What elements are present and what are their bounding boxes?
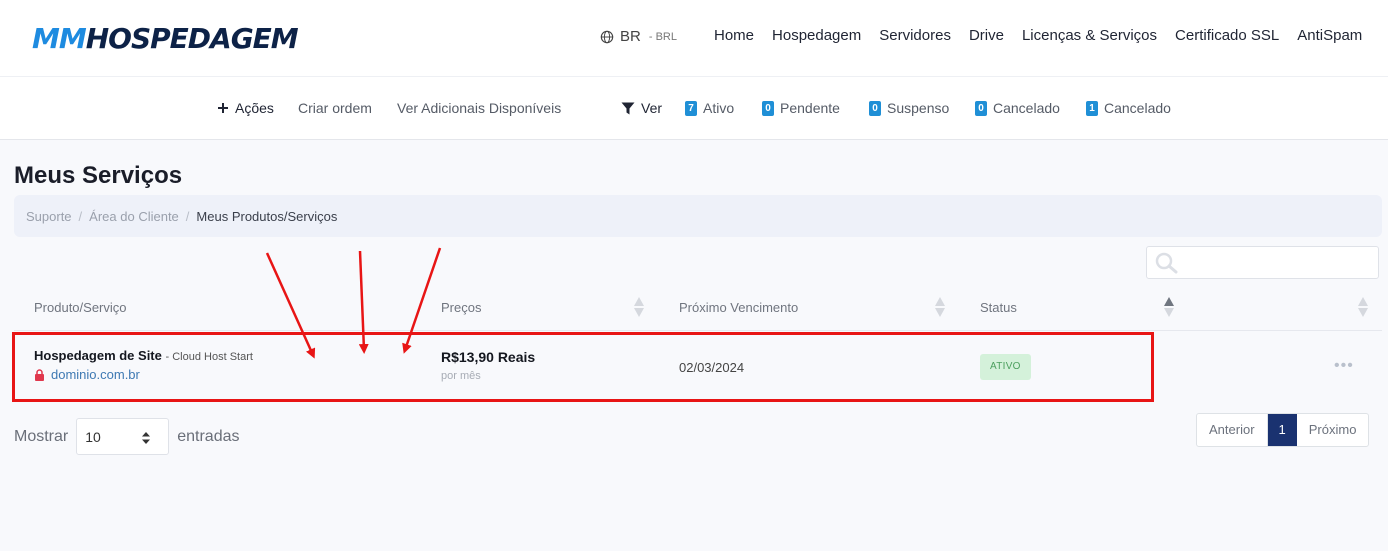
create-order-link[interactable]: Criar ordem [298,100,372,116]
pagination-page[interactable]: 1 [1267,414,1297,446]
brand-logo[interactable]: MMHOSPEDAGEM [32,22,299,55]
table-header: Produto/Serviço Preços Próximo Venciment… [14,287,1382,331]
more-options-icon[interactable]: ••• [1334,357,1354,375]
breadcrumb-suporte[interactable]: Suporte [26,209,72,224]
sort-icon[interactable] [935,296,945,318]
breadcrumb-separator: / [185,208,190,224]
search-icon [1155,252,1178,274]
sort-icon[interactable] [1358,296,1368,318]
view-filter[interactable]: Ver [621,100,662,116]
filter-label: Suspenso [887,100,950,116]
actions-label: Ações [235,100,274,116]
filter-label: Ativo [703,100,735,116]
language-code: BR [620,28,641,45]
entries-select[interactable]: 10 [76,418,170,455]
sort-icon[interactable] [634,296,644,318]
filter-label: Cancelado [1104,100,1171,116]
entries-control: Mostrar 10 entradas [14,418,240,455]
header-precos[interactable]: Preços [441,300,481,315]
nav-certificado-ssl[interactable]: Certificado SSL [1166,27,1288,44]
actions-menu[interactable]: Ações [217,100,274,116]
currency-code: - BRL [648,30,677,43]
header-status[interactable]: Status [980,300,1017,315]
top-header: MMHOSPEDAGEM BR - BRL Home Hospedagem Ser… [0,0,1388,76]
filter-label: Cancelado [993,100,1060,116]
globe-icon [600,30,614,43]
nav-drive[interactable]: Drive [960,27,1013,44]
breadcrumb-separator: / [78,208,83,224]
filter-cancelado-2[interactable]: 1 Cancelado [1086,100,1171,116]
plus-icon [218,103,228,113]
entries-value: 10 [85,429,101,445]
breadcrumb-current: Meus Produtos/Serviços [196,208,338,224]
filter-pendente[interactable]: 0 Pendente [762,100,840,116]
count-badge: 0 [762,100,774,116]
pagination-next[interactable]: Próximo [1297,414,1369,446]
filter-cancelado[interactable]: 0 Cancelado [975,100,1060,116]
pagination-prev[interactable]: Anterior [1197,414,1268,446]
updown-icon [142,432,151,444]
nav-licencas-servicos[interactable]: Licenças & Serviços [1013,27,1166,44]
highlight-box [12,332,1154,402]
logo-mm: MM [32,22,87,55]
count-badge: 7 [685,100,697,116]
sub-toolbar: Ações Criar ordem Ver Adicionais Disponí… [0,76,1388,140]
count-badge: 0 [869,100,881,116]
page-title: Meus Serviços [14,162,183,189]
nav-antispam[interactable]: AntiSpam [1288,27,1371,44]
count-badge: 0 [975,100,987,116]
breadcrumb: Suporte / Área do Cliente / Meus Produto… [14,195,1382,237]
filter-suspenso[interactable]: 0 Suspenso [869,100,949,116]
pagination: Anterior 1 Próximo [1196,413,1370,447]
filter-icon [621,102,635,114]
view-label: Ver [641,100,663,116]
filter-label: Pendente [780,100,840,116]
language-selector[interactable]: BR - BRL [600,28,677,45]
nav-hospedagem[interactable]: Hospedagem [763,27,870,44]
entries-label: entradas [177,427,240,445]
breadcrumb-area-cliente[interactable]: Área do Cliente [89,209,179,224]
show-label: Mostrar [14,427,69,445]
sort-asc-icon[interactable] [1164,296,1174,318]
table-search-input[interactable] [1146,246,1379,279]
nav-servidores[interactable]: Servidores [870,27,960,44]
header-vencimento[interactable]: Próximo Vencimento [679,300,798,315]
addons-link[interactable]: Ver Adicionais Disponíveis [397,100,561,116]
count-badge: 1 [1086,100,1098,116]
logo-hospedagem: HOSPEDAGEM [85,22,299,55]
filter-ativo[interactable]: 7 Ativo [685,100,734,116]
main-nav: Home Hospedagem Servidores Drive Licença… [705,27,1371,44]
nav-home[interactable]: Home [705,27,763,44]
header-produto[interactable]: Produto/Serviço [34,300,127,315]
